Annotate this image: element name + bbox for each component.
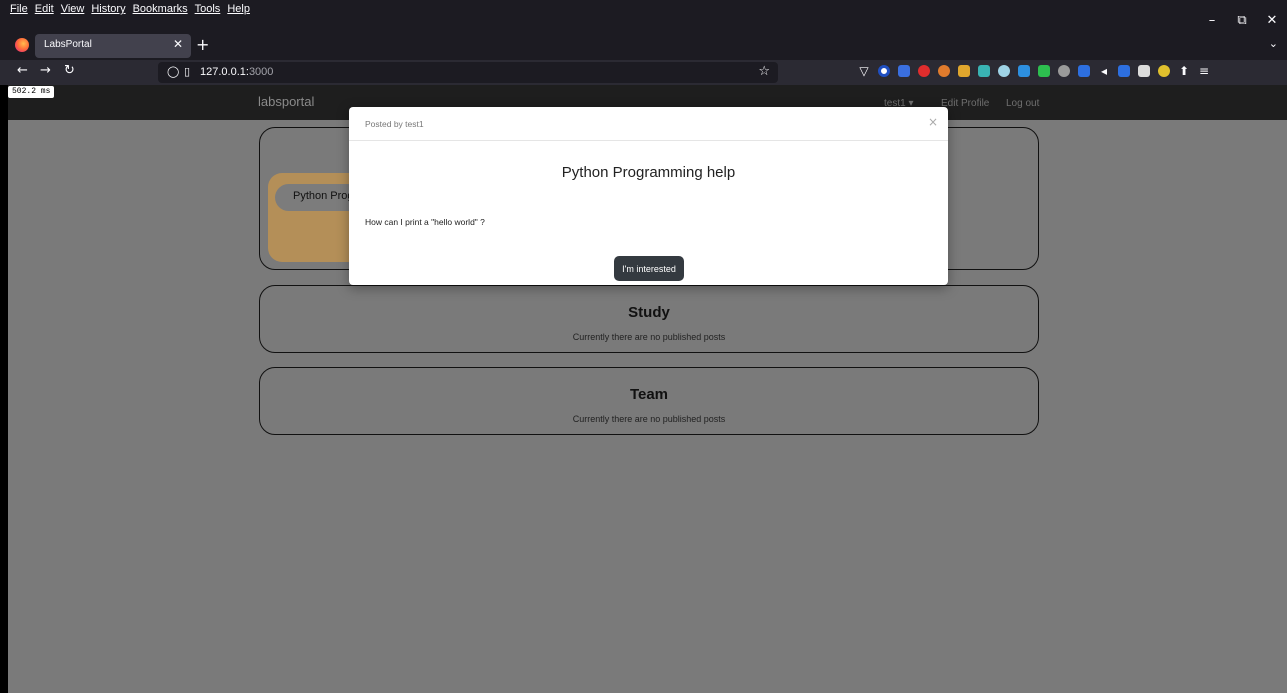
menu-tools[interactable]: Tools (195, 3, 221, 15)
empty-message: Currently there are no published posts (572, 414, 726, 424)
posted-by-label: Posted by test1 (365, 119, 424, 129)
modal-title: Python Programming help (561, 164, 736, 181)
menu-view[interactable]: View (61, 3, 85, 15)
react-devtools-icon[interactable] (998, 65, 1010, 77)
extension-11-icon[interactable] (1138, 65, 1150, 77)
menu-bookmarks[interactable]: Bookmarks (133, 3, 188, 15)
extension-toolbar: ▽ ◂ ⬆ ≡ (858, 65, 1210, 77)
page-info-icon[interactable]: ▯ (184, 65, 190, 78)
pocket-icon[interactable]: ▽ (858, 65, 870, 77)
reload-icon[interactable]: ↻ (64, 63, 75, 78)
menu-file[interactable]: File (10, 3, 28, 15)
menu-edit[interactable]: Edit (35, 3, 54, 15)
new-tab-button[interactable]: + (196, 35, 209, 54)
tab-labsportal[interactable]: LabsPortal ✕ (35, 34, 191, 58)
page-viewport: labsportal test1 ▾ Edit Profile Log out … (8, 85, 1287, 693)
list-tabs-icon[interactable]: ⌄ (1269, 37, 1278, 50)
modal-body-text: How can I print a "hello world" ? (365, 217, 485, 227)
extension-1-icon[interactable] (878, 65, 890, 77)
brand-link[interactable]: labsportal (258, 94, 314, 109)
close-window-button[interactable]: ✕ (1257, 13, 1287, 28)
firefox-icon (15, 38, 29, 52)
url-text: 127.0.0.1:3000 (200, 66, 273, 78)
restore-button[interactable]: ⧉ (1227, 13, 1257, 28)
forward-icon[interactable]: → (40, 63, 51, 78)
extension-12-icon[interactable] (1158, 65, 1170, 77)
menu-history[interactable]: History (91, 3, 125, 15)
app-menu-icon[interactable]: ≡ (1198, 65, 1210, 77)
url-port: 3000 (248, 66, 274, 78)
extension-6-icon[interactable] (1018, 65, 1030, 77)
modal-header: Posted by test1 × (349, 107, 948, 141)
menu-help[interactable]: Help (227, 3, 250, 15)
tab-close-icon[interactable]: ✕ (173, 37, 183, 51)
logout-link[interactable]: Log out (1006, 98, 1039, 109)
share-icon[interactable]: ⬆ (1178, 65, 1190, 77)
extension-4-icon[interactable] (958, 65, 970, 77)
browser-menubar: File Edit View History Bookmarks Tools H… (0, 0, 1287, 31)
speaker-icon[interactable]: ◂ (1098, 65, 1110, 77)
url-host: 127.0.0.1: (200, 66, 249, 78)
tracking-shield-icon[interactable]: ◯ (167, 65, 179, 78)
extension-5-icon[interactable] (978, 65, 990, 77)
modal-close-icon[interactable]: × (928, 115, 938, 129)
extension-2-icon[interactable] (898, 65, 910, 77)
url-bar[interactable]: ◯ ▯ 127.0.0.1:3000 ☆ (158, 62, 778, 83)
section-study: Study Currently there are no published p… (259, 285, 1039, 353)
post-modal: Posted by test1 × Python Programming hel… (349, 107, 948, 285)
back-icon[interactable]: ← (17, 63, 28, 78)
minimize-button[interactable]: – (1197, 13, 1227, 28)
interested-button[interactable]: I'm interested (614, 256, 684, 281)
extension-3-icon[interactable] (938, 65, 950, 77)
section-heading: Team (629, 386, 669, 403)
bookmark-star-icon[interactable]: ☆ (758, 64, 770, 79)
ublock-icon[interactable] (918, 65, 930, 77)
extension-10-icon[interactable] (1118, 65, 1130, 77)
section-team: Team Currently there are no published po… (259, 367, 1039, 435)
edit-profile-link[interactable]: Edit Profile (941, 98, 989, 109)
timing-badge: 502.2 ms (8, 86, 55, 98)
menu-list: File Edit View History Bookmarks Tools H… (10, 0, 250, 18)
tab-title: LabsPortal (44, 39, 92, 50)
section-heading: Study (628, 304, 670, 321)
extension-7-icon[interactable] (1038, 65, 1050, 77)
extension-9-icon[interactable] (1078, 65, 1090, 77)
tab-bar (0, 31, 1287, 60)
extension-8-icon[interactable] (1058, 65, 1070, 77)
empty-message: Currently there are no published posts (572, 332, 726, 342)
